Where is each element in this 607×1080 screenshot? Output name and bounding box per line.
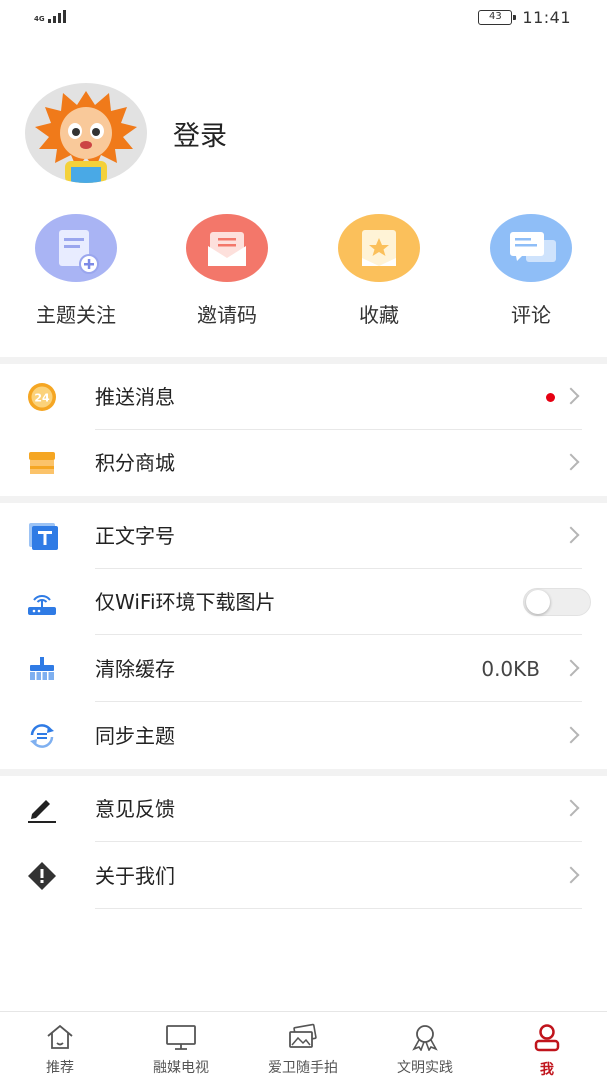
broom-icon xyxy=(26,654,58,684)
chevron-right-icon xyxy=(562,866,580,884)
quick-label: 邀请码 xyxy=(197,303,257,327)
warning-diamond-icon xyxy=(26,861,58,891)
menu-item-clear-cache[interactable]: 清除缓存 0.0KB xyxy=(0,636,607,702)
row-divider xyxy=(95,634,582,635)
tab-label: 融媒电视 xyxy=(153,1060,209,1076)
tab-snapshot[interactable]: 爱卫随手拍 xyxy=(243,1012,363,1080)
row-divider xyxy=(95,701,582,702)
quick-favorites[interactable]: 收藏 xyxy=(314,214,444,328)
tab-label: 爱卫随手拍 xyxy=(268,1060,338,1076)
tab-civilization[interactable]: 文明实践 xyxy=(365,1012,485,1080)
battery-icon: 43 xyxy=(478,10,517,25)
push-24-icon: 24 xyxy=(26,382,58,412)
quick-topic-follow[interactable]: 主题关注 xyxy=(11,214,141,328)
favorites-icon xyxy=(338,214,420,282)
menu-item-wifi-images: 仅WiFi环境下载图片 xyxy=(0,569,607,635)
wifi-only-toggle[interactable] xyxy=(523,588,591,616)
tab-label: 我 xyxy=(540,1062,554,1078)
menu-label: 正文字号 xyxy=(95,524,175,548)
tab-label: 推荐 xyxy=(46,1060,74,1076)
network-type: 4G xyxy=(34,15,45,23)
menu-item-push-messages[interactable]: 24 推送消息 xyxy=(0,364,607,430)
menu-label: 关于我们 xyxy=(95,864,175,888)
section-divider xyxy=(0,496,607,503)
status-bar: 4G 43 11:41 xyxy=(0,0,607,36)
menu-label: 清除缓存 xyxy=(95,657,175,681)
cache-size: 0.0KB xyxy=(481,657,540,681)
menu-item-feedback[interactable]: 意见反馈 xyxy=(0,776,607,842)
cartoon-mascot-avatar xyxy=(35,91,137,183)
menu-label: 同步主题 xyxy=(95,724,175,748)
menu-item-points-mall[interactable]: 积分商城 xyxy=(0,430,607,496)
row-divider xyxy=(95,908,582,909)
ribbon-badge-icon xyxy=(412,1025,438,1052)
home-icon xyxy=(47,1024,73,1049)
tab-me[interactable]: 我 xyxy=(487,1012,607,1080)
menu-label: 积分商城 xyxy=(95,451,175,475)
chevron-right-icon xyxy=(562,453,580,471)
section-divider xyxy=(0,357,607,364)
chevron-right-icon xyxy=(562,659,580,677)
tab-recommend[interactable]: 推荐 xyxy=(0,1012,120,1080)
svg-text:24: 24 xyxy=(34,392,50,405)
person-icon xyxy=(534,1024,560,1052)
menu-label: 推送消息 xyxy=(95,385,175,409)
chevron-right-icon xyxy=(562,387,580,405)
tab-label: 文明实践 xyxy=(397,1060,453,1076)
shop-icon xyxy=(26,448,58,478)
pen-icon xyxy=(26,794,58,824)
font-size-icon xyxy=(26,521,58,551)
menu-item-sync-theme[interactable]: 同步主题 xyxy=(0,703,607,769)
photo-cards-icon xyxy=(289,1023,317,1048)
quick-actions: 主题关注 邀请码 收藏 评论 xyxy=(0,214,607,334)
menu-label: 仅WiFi环境下载图片 xyxy=(95,590,276,614)
invite-code-icon xyxy=(186,214,268,282)
menu-item-font-size[interactable]: 正文字号 xyxy=(0,503,607,569)
sync-icon xyxy=(26,721,58,751)
section-divider xyxy=(0,769,607,776)
comments-icon xyxy=(490,214,572,282)
profile-header[interactable]: 登录 xyxy=(25,83,227,183)
login-label[interactable]: 登录 xyxy=(173,114,227,153)
quick-label: 评论 xyxy=(511,303,551,327)
chevron-right-icon xyxy=(562,726,580,744)
quick-invite-code[interactable]: 邀请码 xyxy=(162,214,292,328)
quick-label: 主题关注 xyxy=(36,303,116,327)
wifi-router-icon xyxy=(26,587,58,617)
menu-label: 意见反馈 xyxy=(95,797,175,821)
tv-icon xyxy=(166,1025,196,1050)
chevron-right-icon xyxy=(562,799,580,817)
bottom-tab-bar: 推荐 融媒电视 爱卫随手拍 文明实践 我 xyxy=(0,1011,607,1080)
quick-label: 收藏 xyxy=(359,303,399,327)
unread-dot xyxy=(546,393,555,402)
chevron-right-icon xyxy=(562,526,580,544)
topic-follow-icon xyxy=(35,214,117,282)
row-divider xyxy=(95,841,582,842)
quick-comments[interactable]: 评论 xyxy=(466,214,596,328)
menu-item-about-us[interactable]: 关于我们 xyxy=(0,843,607,909)
signal-icon: 4G xyxy=(34,9,66,23)
tab-media-tv[interactable]: 融媒电视 xyxy=(121,1012,241,1080)
avatar[interactable] xyxy=(25,83,147,183)
clock: 11:41 xyxy=(522,8,571,27)
